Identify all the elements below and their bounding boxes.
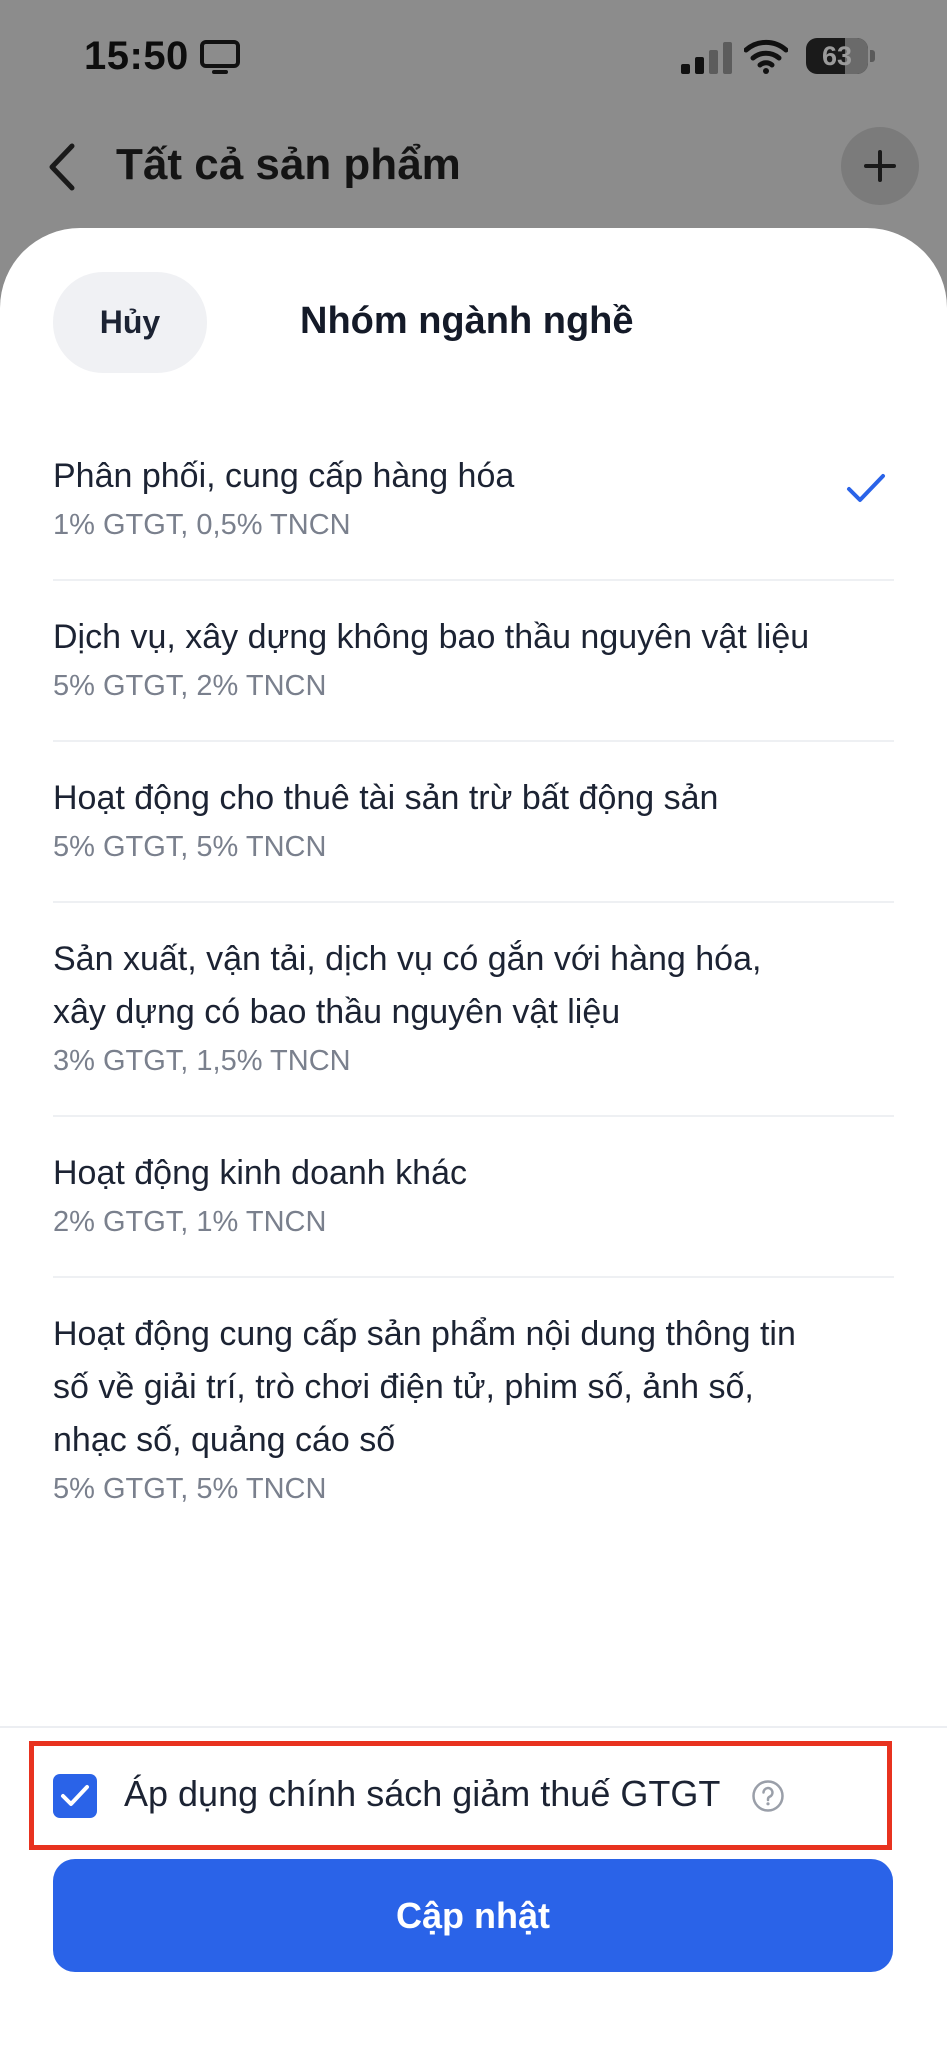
option-list: Phân phối, cung cấp hàng hóa 1% GTGT, 0,… xyxy=(53,420,894,1543)
footer-divider xyxy=(0,1726,947,1728)
check-icon xyxy=(847,474,885,502)
battery-level: 63 xyxy=(821,41,853,71)
option-item[interactable]: Dịch vụ, xây dựng không bao thầu nguyên … xyxy=(53,581,894,742)
option-name: Phân phối, cung cấp hàng hóa xyxy=(53,457,515,495)
option-rate: 5% GTGT, 2% TNCN xyxy=(53,670,327,702)
option-item[interactable]: Hoạt động cung cấp sản phẩm nội dung thô… xyxy=(53,1278,894,1543)
screen: 15:50 63 Tất cả sản phẩm Hủy Nhóm ngành … xyxy=(0,0,947,2048)
add-icon xyxy=(864,150,896,182)
back-icon[interactable] xyxy=(44,142,80,192)
option-name: Hoạt động cung cấp sản phẩm nội dung thô… xyxy=(53,1315,796,1459)
checkmark-icon xyxy=(61,1785,89,1806)
option-item[interactable]: Hoạt động cho thuê tài sản trừ bất động … xyxy=(53,742,894,903)
battery-cap xyxy=(870,50,875,62)
update-button[interactable]: Cập nhật xyxy=(53,1859,893,1972)
battery-body: 63 xyxy=(806,38,868,74)
option-name: Hoạt động kinh doanh khác xyxy=(53,1154,467,1192)
vat-policy-checkbox[interactable] xyxy=(53,1774,97,1818)
option-rate: 5% GTGT, 5% TNCN xyxy=(53,831,327,863)
option-rate: 1% GTGT, 0,5% TNCN xyxy=(53,509,351,541)
vat-policy-row[interactable]: Áp dụng chính sách giảm thuế GTGT xyxy=(53,1753,853,1838)
vat-policy-label: Áp dụng chính sách giảm thuế GTGT xyxy=(124,1773,721,1814)
option-name: Hoạt động cho thuê tài sản trừ bất động … xyxy=(53,779,719,817)
status-time: 15:50 xyxy=(84,34,189,78)
option-item[interactable]: Phân phối, cung cấp hàng hóa 1% GTGT, 0,… xyxy=(53,420,894,581)
option-name: Dịch vụ, xây dựng không bao thầu nguyên … xyxy=(53,618,810,656)
sheet-title: Nhóm ngành nghề xyxy=(300,300,634,342)
option-rate: 3% GTGT, 1,5% TNCN xyxy=(53,1045,351,1077)
help-icon[interactable] xyxy=(751,1779,785,1813)
option-item[interactable]: Sản xuất, vận tải, dịch vụ có gắn với hà… xyxy=(53,903,894,1117)
option-item[interactable]: Hoạt động kinh doanh khác 2% GTGT, 1% TN… xyxy=(53,1117,894,1278)
signal-icon xyxy=(681,42,732,74)
status-bar: 15:50 63 xyxy=(0,0,947,112)
nav-title: Tất cả sản phẩm xyxy=(116,140,461,189)
option-rate: 2% GTGT, 1% TNCN xyxy=(53,1206,327,1238)
monitor-icon xyxy=(200,40,240,74)
cancel-button[interactable]: Hủy xyxy=(53,272,207,373)
battery-icon: 63 xyxy=(806,38,876,74)
wifi-icon xyxy=(744,39,788,74)
option-rate: 5% GTGT, 5% TNCN xyxy=(53,1473,327,1505)
option-name: Sản xuất, vận tải, dịch vụ có gắn với hà… xyxy=(53,940,762,1031)
add-button[interactable] xyxy=(841,127,919,205)
